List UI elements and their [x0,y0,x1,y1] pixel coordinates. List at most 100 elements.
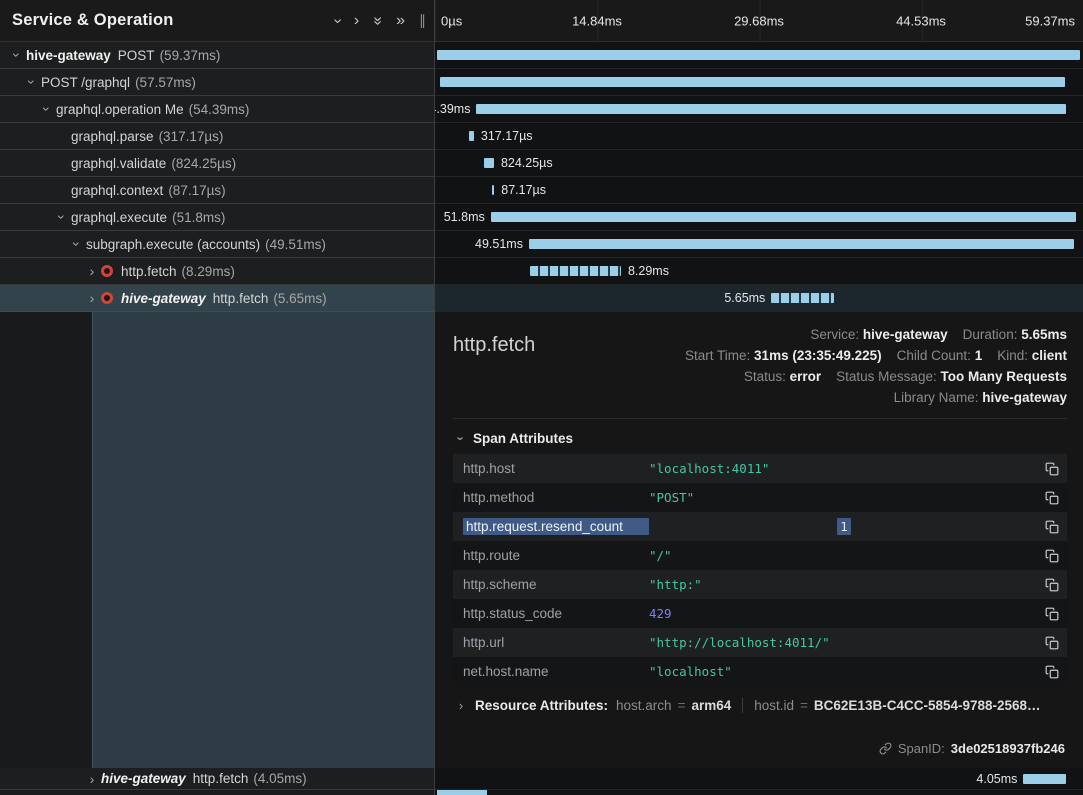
tree-cell[interactable]: ›POST /graphql(57.57ms) [0,69,435,96]
trace-row[interactable]: ›graphql.execute(51.8ms)51.8ms [0,204,1083,231]
tree-cell[interactable]: ›graphql.execute(51.8ms) [0,204,435,231]
timeline-row[interactable]: 54.39ms [435,96,1083,123]
trace-row[interactable]: ›graphql.parse(317.17µs)317.17µs [0,123,1083,150]
meta-pair: Kind: client [997,348,1067,363]
span-attributes-heading[interactable]: › Span Attributes [455,431,1067,446]
span-attributes-label: Span Attributes [473,431,573,446]
trace-row[interactable]: ›hive-gatewayhttp.fetch(5.65ms)5.65ms [0,285,1083,312]
tree-cell[interactable]: ›graphql.parse(317.17µs) [0,123,435,150]
span-bar[interactable] [476,104,1065,114]
trace-row[interactable]: ›http.fetch(8.29ms)8.29ms [0,258,1083,285]
tree-cell[interactable]: ›graphql.context(87.17µs) [0,177,435,204]
double-chevron-right-icon[interactable]: » [396,13,405,29]
span-name: POST [118,48,155,63]
span-duration: (8.29ms) [182,264,235,279]
link-icon[interactable] [879,742,892,755]
divider [742,698,743,713]
chevron-right-icon[interactable]: › [85,264,99,278]
timeline-row[interactable]: 317.17µs [435,123,1083,150]
attr-row: net.host.name"localhost" [453,657,1067,686]
bar-duration-label: 54.39ms [435,102,470,116]
chevron-down-icon[interactable]: › [70,237,84,251]
span-bar[interactable] [530,266,621,276]
span-bar[interactable] [440,77,1065,87]
timeline-row[interactable]: 49.51ms [435,231,1083,258]
meta-value: 5.65ms [1021,327,1067,342]
span-bar[interactable] [437,790,488,795]
attr-key: net.host.name [463,664,649,679]
tree-cell[interactable]: ›subgraph.execute (accounts)(49.51ms) [0,231,435,258]
chevron-down-icon[interactable]: › [25,75,39,89]
trace-row[interactable]: ›POST /graphql(57.57ms) [0,69,1083,96]
copy-icon [1045,462,1059,476]
copy-button[interactable] [1039,605,1059,623]
mid-section: http.fetch Service: hive-gatewayDuration… [0,312,1083,768]
timeline-row[interactable]: 51.8ms [435,204,1083,231]
span-bar[interactable] [484,158,494,168]
span-bar[interactable] [491,212,1076,222]
chevron-right-icon[interactable]: › [85,772,99,786]
chevron-right-icon[interactable]: › [85,291,99,305]
timeline-row[interactable]: 5.65ms [435,285,1083,312]
bar-duration-label: 49.51ms [475,237,523,251]
double-chevron-down-icon[interactable]: » [370,16,386,25]
trace-row[interactable]: ›graphql.operation Me(54.39ms)54.39ms [0,96,1083,123]
meta-label: Kind: [997,348,1032,363]
trace-rows: ›hive-gatewayPOST(59.37ms)›POST /graphql… [0,42,1083,312]
timeline-row[interactable]: 4.05ms [435,768,1083,790]
span-bar[interactable] [771,293,833,303]
span-bar[interactable] [1023,774,1066,784]
chevron-down-icon[interactable]: › [10,48,24,62]
chevron-down-icon[interactable]: › [329,18,345,23]
copy-button[interactable] [1039,663,1059,681]
timeline-row[interactable] [435,42,1083,69]
copy-button[interactable] [1039,460,1059,478]
timeline-row[interactable]: 824.25µs [435,150,1083,177]
trace-row[interactable]: ›graphql.context(87.17µs)87.17µs [0,177,1083,204]
copy-button[interactable] [1039,576,1059,594]
tree-cell[interactable]: ›http.fetch(8.29ms) [0,258,435,285]
trace-row[interactable]: ›subgraph.execute (accounts)(49.51ms) 49.… [0,231,1083,258]
timeline-row[interactable]: 8.29ms [435,258,1083,285]
copy-button[interactable] [1039,518,1059,536]
trace-row[interactable]: ›hive-gatewayhttp.fetch(4.05ms)4.05ms [0,768,1083,790]
copy-button[interactable] [1039,489,1059,507]
trace-row[interactable]: ›graphql.validate(824.25µs)824.25µs [0,150,1083,177]
span-detail-panel: http.fetch Service: hive-gatewayDuration… [435,312,1083,768]
meta-value: 1 [975,348,983,363]
attr-key: http.scheme [463,577,649,592]
partial-row [0,790,1083,795]
span-attributes-table: http.host"localhost:4011"http.method"POS… [453,454,1067,686]
copy-icon [1045,636,1059,650]
tree-cell[interactable]: ›hive-gatewayPOST(59.37ms) [0,42,435,69]
chevron-down-icon[interactable]: › [40,102,54,116]
span-bar[interactable] [529,239,1074,249]
tree-cell[interactable]: ›hive-gatewayhttp.fetch(4.05ms) [0,768,435,790]
timeline-row[interactable] [435,69,1083,96]
resource-attributes-row[interactable]: › Resource Attributes: host.arch=arm64ho… [453,698,1067,713]
span-name: http.fetch [213,291,269,306]
resource-attribute: host.id=BC62E13B-C4CC-5854-9788-2568… [754,698,1040,713]
meta-label: Child Count: [897,348,975,363]
tree-cell[interactable]: ›hive-gatewayhttp.fetch(5.65ms) [0,285,435,312]
copy-button[interactable] [1039,547,1059,565]
span-bar[interactable] [492,185,494,195]
copy-button[interactable] [1039,634,1059,652]
span-name: graphql.execute [71,210,167,225]
tree-cell[interactable]: ›graphql.validate(824.25µs) [0,150,435,177]
timeline-row[interactable]: 87.17µs [435,177,1083,204]
span-bar[interactable] [469,131,474,141]
tree-header: Service & Operation ››»» ∥ [0,0,435,42]
service-name: hive-gateway [121,291,206,306]
resize-handle-icon[interactable]: ∥ [419,12,426,29]
meta-value: Too Many Requests [940,369,1067,384]
equals-sign: = [800,698,808,713]
span-title: http.fetch [453,324,535,357]
tree-cell[interactable]: ›graphql.operation Me(54.39ms) [0,96,435,123]
chevron-right-icon[interactable]: › [354,13,359,29]
meta-label: Status: [744,369,790,384]
chevron-down-icon[interactable]: › [55,210,69,224]
resource-value: arm64 [691,698,731,713]
span-bar[interactable] [437,50,1080,60]
trace-row[interactable]: ›hive-gatewayPOST(59.37ms) [0,42,1083,69]
